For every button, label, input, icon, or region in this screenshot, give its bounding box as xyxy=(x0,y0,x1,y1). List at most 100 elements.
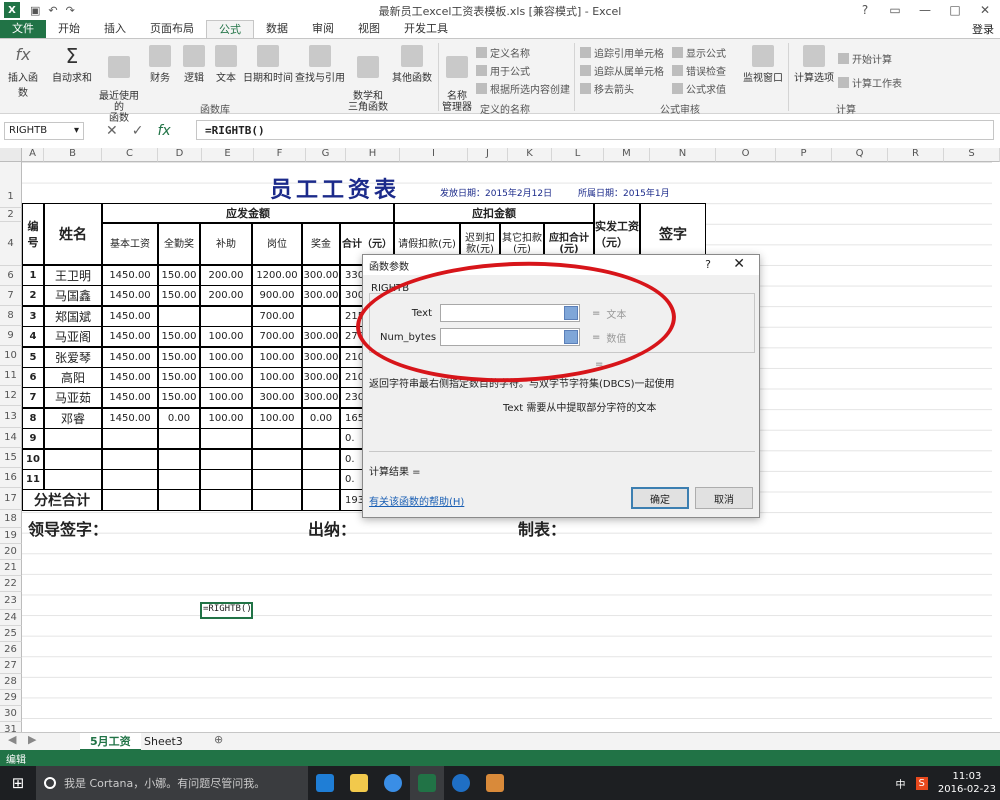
active-cell-e23[interactable]: =RIGHTB() xyxy=(200,602,253,619)
tab-home[interactable]: 开始 xyxy=(46,20,92,38)
row-header[interactable]: 18 xyxy=(0,510,22,528)
cell-name[interactable]: 张爱琴 xyxy=(44,346,102,368)
edge-app[interactable] xyxy=(308,766,342,800)
collapse-dialog-icon[interactable] xyxy=(564,330,578,344)
column-header[interactable]: C xyxy=(102,148,158,162)
cell-sub[interactable] xyxy=(200,428,252,450)
cell-sub[interactable]: 100.00 xyxy=(200,387,252,409)
calculation-options-button[interactable]: 计算选项 xyxy=(792,45,836,84)
cell-sub[interactable]: 100.00 xyxy=(200,367,252,388)
select-all-corner[interactable] xyxy=(0,148,22,162)
cell-att[interactable] xyxy=(158,448,200,470)
cell-name[interactable]: 高阳 xyxy=(44,367,102,388)
calculate-sheet-button[interactable]: 计算工作表 xyxy=(838,75,902,90)
function-help-link[interactable]: 有关该函数的帮助(H) xyxy=(369,493,464,508)
tab-data[interactable]: 数据 xyxy=(254,20,300,38)
autosum-button[interactable]: Σ 自动求和 xyxy=(50,45,94,84)
cell-base[interactable]: 1450.00 xyxy=(102,326,158,348)
cell-bonus[interactable] xyxy=(302,469,340,490)
cell-bonus[interactable]: 0.00 xyxy=(302,407,340,429)
cell-no[interactable]: 2 xyxy=(22,285,44,307)
cell-no[interactable]: 8 xyxy=(22,407,44,429)
recent-functions-button[interactable]: 最近使用的 函数 xyxy=(96,45,142,124)
sheet-tab-sheet3[interactable]: Sheet3 xyxy=(134,733,193,751)
browser-app[interactable] xyxy=(376,766,410,800)
sheet-tab-may-salary[interactable]: 5月工资 xyxy=(80,733,141,751)
cell-pos[interactable] xyxy=(252,448,302,470)
cell-sub[interactable] xyxy=(200,305,252,327)
evaluate-formula-button[interactable]: 公式求值 xyxy=(672,81,726,96)
row-header[interactable]: 1 xyxy=(0,162,22,208)
cell-no[interactable]: 1 xyxy=(22,265,44,286)
cell-base[interactable] xyxy=(102,448,158,470)
datetime-button[interactable]: 日期和时间 xyxy=(242,45,294,84)
cell-no[interactable]: 9 xyxy=(22,428,44,450)
column-header[interactable]: O xyxy=(716,148,776,162)
table-cell[interactable] xyxy=(158,489,200,512)
cell-att[interactable] xyxy=(158,469,200,490)
header-payable[interactable]: 应发金额 xyxy=(102,203,394,223)
row-header[interactable]: 22 xyxy=(0,576,22,592)
column-header[interactable]: L xyxy=(552,148,604,162)
ime-indicator[interactable]: 中 xyxy=(896,776,906,791)
help-button[interactable]: ? xyxy=(850,0,880,20)
cell-sub[interactable]: 100.00 xyxy=(200,407,252,429)
header-subsidy[interactable]: 补助 xyxy=(200,223,252,265)
dialog-close-button[interactable]: ✕ xyxy=(733,256,745,272)
cell-pos[interactable]: 900.00 xyxy=(252,285,302,307)
enter-icon[interactable]: ✓ xyxy=(132,123,144,139)
cell-no[interactable]: 5 xyxy=(22,346,44,368)
error-checking-button[interactable]: 错误检查 xyxy=(672,63,726,78)
cell-bonus[interactable] xyxy=(302,305,340,327)
column-header[interactable]: H xyxy=(346,148,400,162)
cortana-search[interactable]: 我是 Cortana，小娜。有问题尽管问我。 xyxy=(36,766,308,800)
maximize-button[interactable]: □ xyxy=(940,0,970,20)
tab-insert[interactable]: 插入 xyxy=(92,20,138,38)
cell-pos[interactable]: 100.00 xyxy=(252,346,302,368)
cell-pos[interactable]: 700.00 xyxy=(252,305,302,327)
sogou-icon[interactable]: S xyxy=(915,776,928,790)
lookup-button[interactable]: 查找与引用 xyxy=(294,45,346,84)
header-bonus[interactable]: 奖金 xyxy=(302,223,340,265)
login-link[interactable]: 登录 xyxy=(972,21,994,37)
paint-app[interactable] xyxy=(478,766,512,800)
show-formulas-button[interactable]: 显示公式 xyxy=(672,45,726,60)
column-header[interactable]: Q xyxy=(832,148,888,162)
minimize-button[interactable]: — xyxy=(910,0,940,20)
cell-pos[interactable]: 100.00 xyxy=(252,407,302,429)
cell-name[interactable]: 马亚阁 xyxy=(44,326,102,348)
cell-base[interactable] xyxy=(102,428,158,450)
cell-att[interactable]: 150.00 xyxy=(158,387,200,409)
table-cell[interactable] xyxy=(200,489,252,512)
ribbon-display-button[interactable]: ▭ xyxy=(880,0,910,20)
column-header[interactable]: P xyxy=(776,148,832,162)
column-header[interactable]: N xyxy=(650,148,716,162)
row-header[interactable]: 16 xyxy=(0,468,22,488)
cell-att[interactable]: 150.00 xyxy=(158,367,200,388)
row-header[interactable]: 9 xyxy=(0,326,22,346)
header-deduct[interactable]: 应扣金额 xyxy=(394,203,594,223)
help-app[interactable] xyxy=(444,766,478,800)
row-header[interactable]: 29 xyxy=(0,690,22,706)
row-header[interactable]: 26 xyxy=(0,642,22,658)
cell-base[interactable]: 1450.00 xyxy=(102,367,158,388)
table-cell[interactable] xyxy=(302,489,340,512)
formula-input[interactable]: =RIGHTB() xyxy=(196,120,994,140)
column-header[interactable]: K xyxy=(508,148,552,162)
tab-developer[interactable]: 开发工具 xyxy=(392,20,460,38)
cancel-button[interactable]: 取消 xyxy=(695,487,753,509)
row-header[interactable]: 17 xyxy=(0,488,22,510)
remove-arrows-button[interactable]: 移去箭头 xyxy=(580,81,634,96)
table-cell[interactable] xyxy=(252,489,302,512)
column-header[interactable]: A xyxy=(22,148,44,162)
cell-pos[interactable] xyxy=(252,428,302,450)
cell-bonus[interactable]: 300.00 xyxy=(302,265,340,286)
tab-review[interactable]: 审阅 xyxy=(300,20,346,38)
cell-bonus[interactable] xyxy=(302,428,340,450)
trace-dependents-button[interactable]: 追踪从属单元格 xyxy=(580,63,664,78)
header-base[interactable]: 基本工资 xyxy=(102,223,158,265)
windows-start-icon[interactable]: ⊞ xyxy=(0,766,36,800)
cell-base[interactable]: 1450.00 xyxy=(102,407,158,429)
financial-button[interactable]: 财务 xyxy=(146,45,174,84)
cell-no[interactable]: 10 xyxy=(22,448,44,470)
